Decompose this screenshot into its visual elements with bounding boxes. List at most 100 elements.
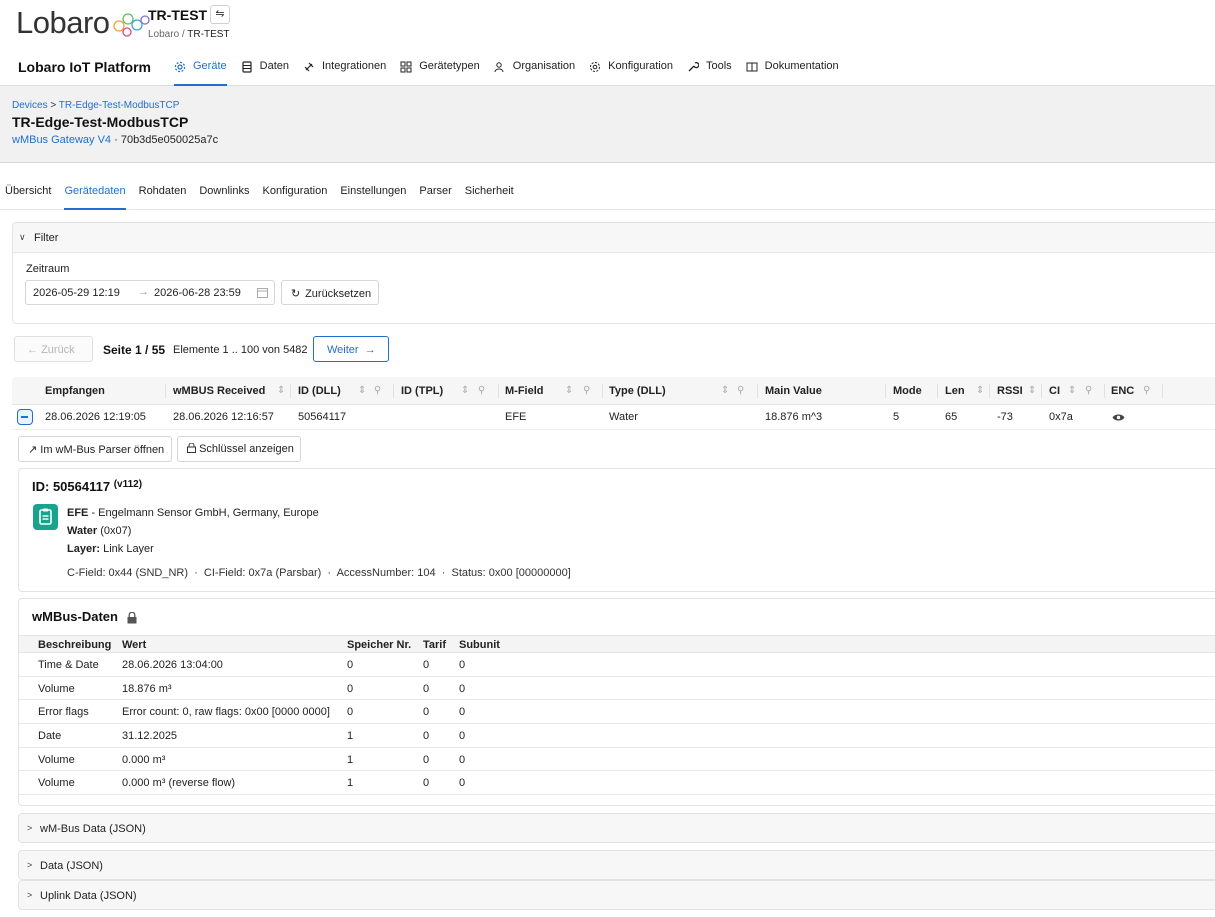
tab-einstellungen[interactable]: Einstellungen xyxy=(340,163,406,209)
sort-icon[interactable]: ⇕ xyxy=(565,385,573,396)
open-parser-button[interactable]: ↗ Im wM-Bus Parser öffnen xyxy=(18,436,172,462)
clipboard-icon xyxy=(33,504,58,530)
data-json-panel[interactable]: > Data (JSON) xyxy=(18,850,1215,880)
tenant-switch-button[interactable]: ⇋ xyxy=(210,5,230,24)
col-rssi[interactable]: RSSI ⇕ xyxy=(997,377,1042,405)
id-title-text: ID: 50564117 xyxy=(32,479,111,494)
date-range-picker[interactable]: 2026-05-29 12:19 → 2026-06-28 23:59 xyxy=(25,280,275,305)
col-label: ID (TPL) xyxy=(401,385,444,397)
sort-icon[interactable]: ⇕ xyxy=(1028,385,1036,396)
wmbus-table: Beschreibung Wert Speicher Nr. Tarif Sub… xyxy=(19,635,1215,796)
reload-icon: ↻ xyxy=(291,288,301,300)
tab-konfiguration[interactable]: Konfiguration xyxy=(262,163,327,209)
sort-icon[interactable]: ⇕ xyxy=(1068,385,1076,396)
nav-item-konfiguration[interactable]: Konfiguration xyxy=(589,60,673,86)
nav-item-organisation[interactable]: Organisation xyxy=(494,60,575,86)
wmbus-data-json-panel[interactable]: > wM-Bus Data (JSON) xyxy=(18,813,1215,843)
col-id-tpl[interactable]: ID (TPL) ⇕ ⚲ xyxy=(401,377,501,405)
uplink-data-json-panel[interactable]: > Uplink Data (JSON) xyxy=(18,880,1215,910)
next-page-button[interactable]: Weiter → xyxy=(313,336,389,362)
table-row[interactable]: 28.06.2026 12:19:05 28.06.2026 12:16:57 … xyxy=(12,405,1215,430)
filter-toggle[interactable]: ∨ Filter xyxy=(13,223,1215,253)
col-id-dll[interactable]: ID (DLL) ⇕ ⚲ xyxy=(298,377,398,405)
calendar-icon xyxy=(257,288,268,298)
tab-uebersicht[interactable]: Übersicht xyxy=(5,163,51,209)
cell-m-field: EFE xyxy=(505,411,527,423)
col-enc[interactable]: ENC ⚲ xyxy=(1111,377,1161,405)
tab-parser[interactable]: Parser xyxy=(419,163,451,209)
nav-item-tools[interactable]: Tools xyxy=(687,60,732,86)
col-empfangen[interactable]: Empfangen xyxy=(45,377,105,405)
table-row: Volume 0.000 m³ 1 0 0 xyxy=(19,748,1215,772)
sort-icon[interactable]: ⇕ xyxy=(461,385,469,396)
column-divider[interactable] xyxy=(937,384,938,398)
col-label: Type (DLL) xyxy=(609,385,666,397)
col-type-dll[interactable]: Type (DLL) ⇕ ⚲ xyxy=(609,377,754,405)
cell-storage: 1 xyxy=(347,753,354,766)
collapse-row-button[interactable] xyxy=(17,409,33,425)
search-icon[interactable]: ⚲ xyxy=(478,385,485,396)
switch-icon: ⇋ xyxy=(215,8,225,20)
col-mode[interactable]: Mode xyxy=(893,377,922,405)
sort-icon[interactable]: ⇕ xyxy=(277,385,285,396)
reset-button[interactable]: ↻ Zurücksetzen xyxy=(281,280,379,305)
eye-icon[interactable] xyxy=(1112,413,1125,422)
nav-item-daten[interactable]: Daten xyxy=(241,60,289,86)
search-icon[interactable]: ⚲ xyxy=(1085,385,1092,396)
sort-icon[interactable]: ⇕ xyxy=(721,385,729,396)
column-divider[interactable] xyxy=(885,384,886,398)
tab-sicherheit[interactable]: Sicherheit xyxy=(465,163,514,209)
search-icon[interactable]: ⚲ xyxy=(737,385,744,396)
tab-geraetedaten[interactable]: Gerätedaten xyxy=(64,163,126,210)
cell-value: 31.12.2025 xyxy=(122,730,178,743)
column-divider[interactable] xyxy=(757,384,758,398)
column-divider[interactable] xyxy=(393,384,394,398)
device-type-link[interactable]: wMBus Gateway V4 xyxy=(12,134,111,146)
tab-rohdaten[interactable]: Rohdaten xyxy=(139,163,187,209)
column-divider[interactable] xyxy=(498,384,499,398)
nav-item-geraete[interactable]: Geräte xyxy=(174,60,227,86)
search-icon[interactable]: ⚲ xyxy=(583,385,590,396)
prev-page-label: Zurück xyxy=(41,344,75,356)
sort-icon[interactable]: ⇕ xyxy=(358,385,366,396)
col-ci[interactable]: CI ⇕ ⚲ xyxy=(1049,377,1104,405)
nav-item-geraetetypen[interactable]: Gerätetypen xyxy=(400,60,480,86)
table-row: Volume 0.000 m³ (reverse flow) 1 0 0 xyxy=(19,771,1215,796)
nav-item-integrationen[interactable]: Integrationen xyxy=(303,60,386,86)
cell-subunit: 0 xyxy=(459,730,466,743)
date-from-input[interactable]: 2026-05-29 12:19 xyxy=(33,287,120,299)
cell-desc: Time & Date xyxy=(38,659,99,671)
tenant-breadcrumb: Lobaro / TR-TEST xyxy=(148,29,230,40)
tab-downlinks[interactable]: Downlinks xyxy=(199,163,249,209)
search-icon[interactable]: ⚲ xyxy=(1143,385,1150,396)
col-len[interactable]: Len ⇕ xyxy=(945,377,990,405)
sort-icon[interactable]: ⇕ xyxy=(976,385,984,396)
col-m-field[interactable]: M-Field ⇕ ⚲ xyxy=(505,377,600,405)
col-main-value[interactable]: Main Value xyxy=(765,377,822,405)
nav-item-dokumentation[interactable]: Dokumentation xyxy=(746,60,839,86)
show-key-button[interactable]: Schlüssel anzeigen xyxy=(177,436,301,462)
column-divider[interactable] xyxy=(1162,384,1163,398)
search-icon[interactable]: ⚲ xyxy=(374,385,381,396)
tenant-crumb-root[interactable]: Lobaro xyxy=(148,29,179,40)
column-divider[interactable] xyxy=(290,384,291,398)
column-divider[interactable] xyxy=(989,384,990,398)
manufacturer-code: EFE xyxy=(67,507,89,519)
breadcrumb-separator: > xyxy=(47,100,59,111)
table-row: Volume 18.876 m³ 0 0 0 xyxy=(19,677,1215,701)
prev-page-button[interactable]: ← Zurück xyxy=(14,336,93,362)
id-version: (v112) xyxy=(113,479,143,490)
cell-desc: Date xyxy=(38,730,62,743)
col-wmbus-received[interactable]: wMBUS Received ⇕ xyxy=(173,377,288,405)
date-to-input[interactable]: 2026-06-28 23:59 xyxy=(154,287,241,299)
lobaro-logo[interactable]: Lobaro xyxy=(16,6,150,42)
column-divider[interactable] xyxy=(1041,384,1042,398)
cog-icon xyxy=(590,62,601,72)
breadcrumb-devices-link[interactable]: Devices xyxy=(12,100,48,111)
column-divider[interactable] xyxy=(165,384,166,398)
column-divider[interactable] xyxy=(1104,384,1105,398)
database-icon xyxy=(242,61,252,73)
col-label: Main Value xyxy=(765,385,822,397)
column-divider[interactable] xyxy=(602,384,603,398)
breadcrumb-device-link[interactable]: TR-Edge-Test-ModbusTCP xyxy=(59,100,180,111)
